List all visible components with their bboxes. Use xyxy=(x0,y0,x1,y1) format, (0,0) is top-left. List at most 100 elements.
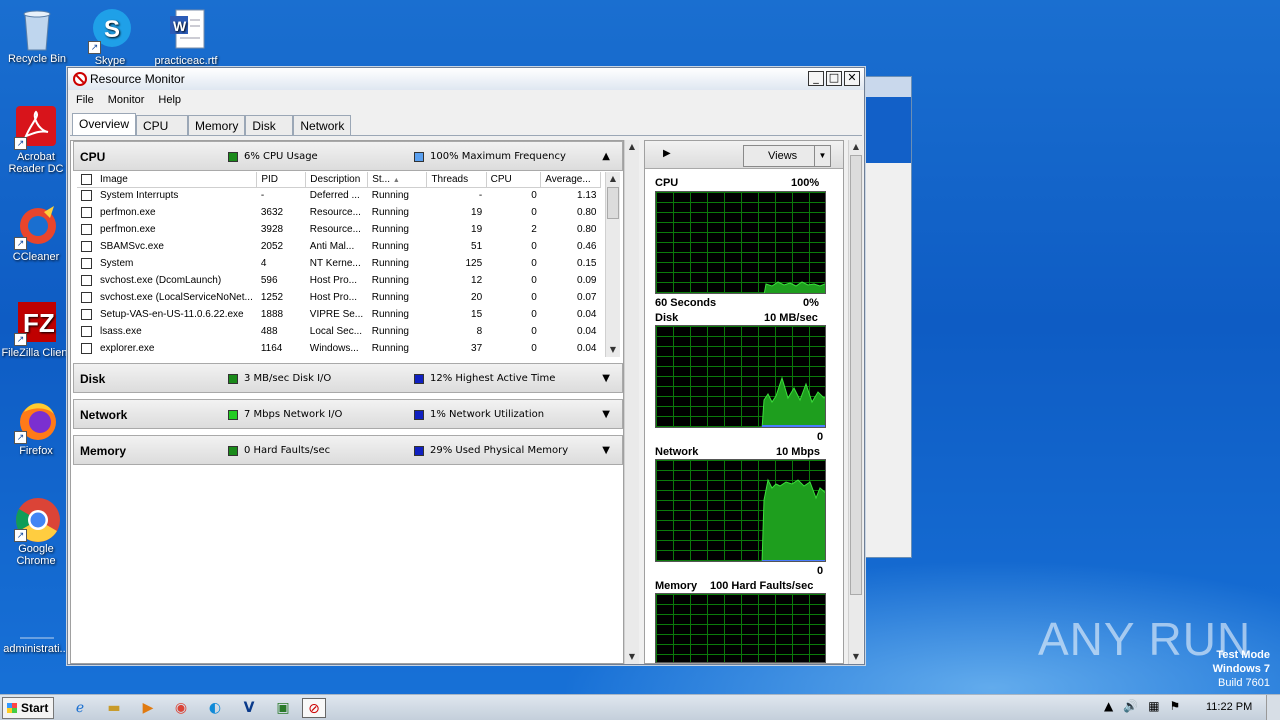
menu-monitor[interactable]: Monitor xyxy=(108,94,145,106)
table-row[interactable]: SBAMSvc.exe 2052 Anti Mal... Running 51 0 0.46 xyxy=(77,238,601,255)
row-checkbox[interactable] xyxy=(81,291,92,303)
taskbar-clock[interactable]: 11:22 PM xyxy=(1206,701,1252,713)
media-player-icon[interactable]: ▶ xyxy=(136,698,160,718)
cpu-graph-min: 0% xyxy=(803,297,819,309)
vipre-icon[interactable]: V xyxy=(237,698,261,718)
close-button[interactable]: ✕ xyxy=(844,71,860,86)
col-threads[interactable]: Threads xyxy=(426,172,487,188)
disk-section-header[interactable]: Disk 3 MB/sec Disk I/O 12% Highest Activ… xyxy=(73,363,623,393)
tab-overview[interactable]: Overview xyxy=(72,113,137,135)
maximize-button[interactable]: □ xyxy=(826,71,842,86)
cell-threads: 19 xyxy=(471,207,483,218)
scroll-thumb[interactable] xyxy=(607,187,619,219)
left-pane-scrollbar[interactable]: ▲ ▼ xyxy=(624,140,639,664)
title-bar[interactable]: Resource Monitor _ □ ✕ xyxy=(68,68,864,90)
process-table-scrollbar[interactable]: ▲ ▼ xyxy=(605,172,620,357)
table-row[interactable]: svchost.exe (DcomLaunch) 596 Host Pro... Ru… xyxy=(77,272,601,289)
tab-network[interactable]: Network xyxy=(293,115,352,135)
chevron-down-icon[interactable]: ▼ xyxy=(602,373,610,384)
chrome-shortcut[interactable]: ↗ Google Chrome xyxy=(0,496,72,567)
explorer-icon[interactable]: ▬ xyxy=(102,698,126,718)
menu-file[interactable]: File xyxy=(76,94,94,106)
physical-memory-text: 29% Used Physical Memory xyxy=(430,445,569,456)
network-graph-title: Network xyxy=(655,446,699,458)
ccleaner-shortcut[interactable]: ↗ CCleaner xyxy=(0,204,72,263)
row-checkbox[interactable] xyxy=(81,342,92,354)
network-utilization-text: 1% Network Utilization xyxy=(430,409,545,420)
cell-threads: 15 xyxy=(471,309,483,320)
row-checkbox[interactable] xyxy=(81,240,92,252)
firefox-shortcut[interactable]: ↗ Firefox xyxy=(0,398,72,457)
physical-memory-swatch xyxy=(414,445,424,456)
tab-memory[interactable]: Memory xyxy=(188,115,246,135)
chrome-label: Google Chrome xyxy=(16,543,56,567)
tab-cpu[interactable]: CPU xyxy=(136,115,189,135)
table-row[interactable]: lsass.exe 488 Local Sec... Running 8 0 0.04 xyxy=(77,323,601,340)
chevron-down-icon[interactable]: ▼ xyxy=(602,409,610,420)
table-row[interactable]: perfmon.exe 3928 Resource... Running 19 2 0.80 xyxy=(77,221,601,238)
table-row[interactable]: perfmon.exe 3632 Resource... Running 19 0 0.80 xyxy=(77,204,601,221)
col-pid[interactable]: PID xyxy=(256,172,307,188)
table-row[interactable]: System 4 NT Kerne... Running 125 0 0.15 xyxy=(77,255,601,272)
cell-cpu: 0 xyxy=(531,190,537,202)
volume-icon[interactable]: 🔊 xyxy=(1123,699,1138,713)
graphs-scrollbar[interactable]: ▲ ▼ xyxy=(848,140,863,664)
col-image[interactable]: Image xyxy=(77,172,258,188)
ie-icon[interactable]: ℯ xyxy=(68,698,92,718)
scroll-down-icon[interactable]: ▼ xyxy=(606,343,620,357)
start-button[interactable]: Start xyxy=(2,697,54,719)
select-all-checkbox[interactable] xyxy=(81,173,92,185)
play-icon[interactable]: ▶ xyxy=(663,148,671,159)
background-window[interactable] xyxy=(862,76,912,558)
scroll-up-icon[interactable]: ▲ xyxy=(606,172,620,186)
acrobat-shortcut[interactable]: ↗ Acrobat Reader DC xyxy=(0,104,72,175)
table-row[interactable]: explorer.exe 1164 Windows... Running 37 0 0.04 xyxy=(77,340,601,357)
menu-help[interactable]: Help xyxy=(158,94,181,106)
administrator-shortcut[interactable]: administrati... xyxy=(0,618,72,655)
memory-section-header[interactable]: Memory 0 Hard Faults/sec 29% Used Physic… xyxy=(73,435,623,465)
scroll-down-icon[interactable]: ▼ xyxy=(849,650,863,664)
skype-shortcut[interactable]: S ↗ Skype xyxy=(74,8,146,67)
row-checkbox[interactable] xyxy=(81,206,92,218)
chevron-down-icon[interactable]: ▼ xyxy=(814,146,830,166)
recycle-bin-shortcut[interactable]: Recycle Bin xyxy=(1,6,73,65)
cpu-section-header[interactable]: CPU 6% CPU Usage 100% Maximum Frequency … xyxy=(73,141,623,171)
col-status[interactable]: St... ▲ xyxy=(367,172,428,188)
task-icon[interactable]: ▣ xyxy=(271,698,295,718)
minimize-button[interactable]: _ xyxy=(808,71,824,86)
cell-cpu: 0 xyxy=(531,292,537,303)
network-section-header[interactable]: Network 7 Mbps Network I/O 1% Network Ut… xyxy=(73,399,623,429)
tray-expand-icon[interactable]: ▲ xyxy=(1104,699,1113,713)
row-checkbox[interactable] xyxy=(81,274,92,286)
views-dropdown[interactable]: Views ▼ xyxy=(743,145,831,167)
table-row[interactable]: svchost.exe (LocalServiceNoNet... 1252 Hos… xyxy=(77,289,601,306)
row-checkbox[interactable] xyxy=(81,325,92,337)
show-desktop-button[interactable] xyxy=(1266,695,1280,720)
row-checkbox[interactable] xyxy=(81,190,92,202)
table-row[interactable]: System Interrupts - Deferred ... Running -0 1… xyxy=(77,187,601,204)
col-cpu[interactable]: CPU xyxy=(486,172,542,188)
network-icon[interactable]: ▦ xyxy=(1148,699,1159,713)
chevron-up-icon[interactable]: ▲ xyxy=(602,151,610,162)
cell-threads: - xyxy=(478,190,483,202)
chevron-down-icon[interactable]: ▼ xyxy=(602,445,610,456)
tab-disk[interactable]: Disk xyxy=(245,115,294,135)
filezilla-shortcut[interactable]: FZ ↗ FileZilla Client xyxy=(0,300,72,359)
chrome-icon[interactable]: ◉ xyxy=(169,698,193,718)
table-row[interactable]: Setup-VAS-en-US-11.0.6.22.exe 1888 VIPRE S… xyxy=(77,306,601,323)
edge-icon[interactable]: ◐ xyxy=(203,698,227,718)
col-average[interactable]: Average... xyxy=(540,172,601,188)
hard-faults-text: 0 Hard Faults/sec xyxy=(244,445,331,456)
scroll-up-icon[interactable]: ▲ xyxy=(625,140,639,154)
row-checkbox[interactable] xyxy=(81,308,92,320)
flag-icon[interactable]: ⚑ xyxy=(1170,699,1181,713)
col-description[interactable]: Description xyxy=(305,172,369,188)
row-checkbox[interactable] xyxy=(81,257,92,269)
cell-status: Running xyxy=(371,207,409,218)
practiceac-shortcut[interactable]: W practiceac.rtf xyxy=(150,8,222,67)
scroll-thumb[interactable] xyxy=(850,155,862,595)
scroll-down-icon[interactable]: ▼ xyxy=(625,650,639,664)
row-checkbox[interactable] xyxy=(81,223,92,235)
scroll-up-icon[interactable]: ▲ xyxy=(849,140,863,154)
resource-monitor-taskbar-icon[interactable]: ⊘ xyxy=(302,698,326,718)
